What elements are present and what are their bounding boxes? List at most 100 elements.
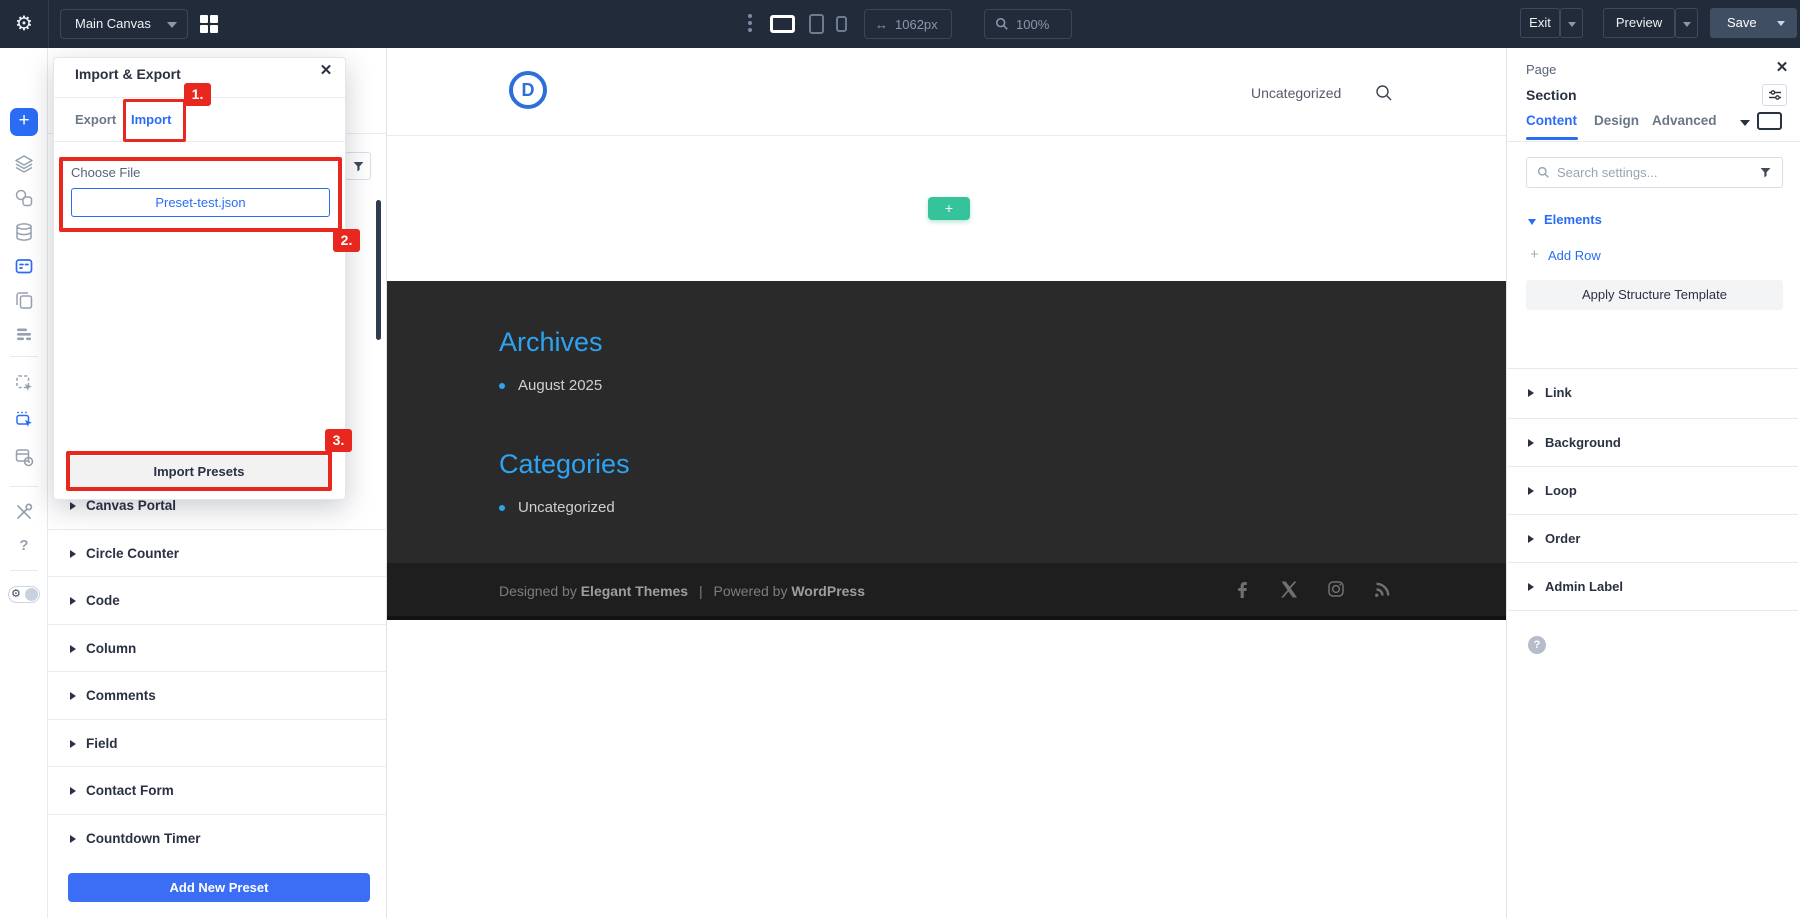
footer-platform-link[interactable]: WordPress bbox=[791, 583, 865, 599]
add-new-preset-button[interactable]: Add New Preset bbox=[68, 873, 370, 902]
save-button[interactable]: Save bbox=[1710, 8, 1797, 38]
more-options-icon[interactable] bbox=[748, 14, 752, 32]
preset-item-contact-form[interactable]: Contact Form bbox=[48, 767, 387, 815]
filter-button[interactable] bbox=[345, 152, 371, 180]
preset-item-circle-counter[interactable]: Circle Counter bbox=[48, 530, 387, 578]
rows-list-icon[interactable] bbox=[13, 323, 35, 345]
canvas-selector-label: Main Canvas bbox=[75, 16, 151, 31]
settings-toggle[interactable]: ⚙ bbox=[8, 586, 40, 603]
sidebar-divider bbox=[10, 486, 38, 487]
apply-structure-template-button[interactable]: Apply Structure Template bbox=[1526, 280, 1783, 310]
exit-button[interactable]: Exit bbox=[1520, 8, 1560, 38]
gear-icon[interactable]: ⚙ bbox=[11, 11, 37, 37]
caret-right-icon bbox=[1528, 487, 1534, 495]
preset-item-code[interactable]: Code bbox=[48, 577, 387, 625]
preview-button[interactable]: Preview bbox=[1603, 8, 1675, 38]
sidebar-divider bbox=[10, 570, 38, 571]
categories-list-item[interactable]: Uncategorized bbox=[499, 499, 615, 516]
design-assets-icon[interactable] bbox=[13, 187, 35, 209]
caret-right-icon bbox=[70, 692, 76, 700]
panel-scrollbar[interactable] bbox=[376, 200, 381, 340]
magnifier-icon bbox=[1537, 166, 1549, 178]
chevron-down-icon bbox=[1682, 22, 1691, 27]
accordion-loop[interactable]: Loop bbox=[1506, 467, 1800, 515]
presets-panel-icon[interactable] bbox=[13, 255, 35, 277]
nav-menu-item[interactable]: Uncategorized bbox=[1251, 85, 1341, 101]
caret-right-icon bbox=[70, 740, 76, 748]
import-presets-button[interactable]: Import Presets bbox=[70, 456, 328, 487]
add-module-button[interactable]: + bbox=[10, 108, 38, 136]
x-twitter-icon[interactable] bbox=[1280, 580, 1298, 598]
caret-right-icon bbox=[70, 787, 76, 795]
caret-right-icon bbox=[70, 597, 76, 605]
tab-design[interactable]: Design bbox=[1594, 113, 1639, 128]
database-icon[interactable] bbox=[13, 221, 35, 243]
phone-view-icon[interactable] bbox=[836, 16, 847, 32]
section-preset-button[interactable] bbox=[1762, 84, 1787, 106]
zoom-level-field[interactable]: 100% bbox=[984, 9, 1072, 39]
exit-dropdown-button[interactable] bbox=[1560, 8, 1583, 38]
preset-item-field[interactable]: Field bbox=[48, 720, 387, 768]
help-icon[interactable]: ? bbox=[13, 535, 35, 557]
caret-right-icon bbox=[1528, 583, 1534, 591]
section-label: Section bbox=[1526, 87, 1577, 103]
copy-pages-icon[interactable] bbox=[13, 289, 35, 311]
funnel-icon[interactable] bbox=[1759, 166, 1772, 179]
active-tab-underline bbox=[1526, 137, 1578, 140]
tab-export[interactable]: Export bbox=[75, 112, 116, 127]
tools-icon[interactable] bbox=[13, 501, 35, 523]
caret-right-icon bbox=[70, 502, 76, 510]
tab-import[interactable]: Import bbox=[131, 112, 171, 127]
preview-dropdown-button[interactable] bbox=[1675, 8, 1698, 38]
accordion-background[interactable]: Background bbox=[1506, 419, 1800, 467]
add-section-button[interactable]: + bbox=[928, 197, 970, 220]
preset-item-comments[interactable]: Comments bbox=[48, 672, 387, 720]
database-history-icon[interactable] bbox=[13, 446, 35, 468]
canvas-width-value: 1062px bbox=[895, 16, 938, 32]
preset-item-countdown-timer[interactable]: Countdown Timer bbox=[48, 815, 387, 863]
grid-view-icon[interactable] bbox=[200, 15, 218, 33]
footer-designer-link[interactable]: Elegant Themes bbox=[581, 583, 688, 599]
tab-advanced[interactable]: Advanced bbox=[1652, 113, 1717, 128]
settings-search-input[interactable] bbox=[1557, 165, 1752, 180]
add-row-button[interactable]: Add Row bbox=[1548, 248, 1601, 263]
annotation-badge-step1: 1. bbox=[184, 83, 211, 106]
bullet-icon bbox=[499, 504, 505, 511]
tab-content[interactable]: Content bbox=[1526, 113, 1577, 128]
accordion-order[interactable]: Order bbox=[1506, 515, 1800, 563]
canvas-width-field[interactable]: ↔ 1062px bbox=[864, 9, 952, 39]
caret-right-icon bbox=[1528, 439, 1534, 447]
tablet-view-icon[interactable] bbox=[809, 14, 824, 34]
site-search-icon[interactable] bbox=[1375, 84, 1393, 102]
select-element-active-icon[interactable] bbox=[13, 408, 35, 430]
accordion-admin-label[interactable]: Admin Label bbox=[1506, 563, 1800, 611]
facebook-icon[interactable] bbox=[1233, 580, 1251, 598]
elements-header[interactable]: Elements bbox=[1544, 212, 1602, 227]
caret-down-icon[interactable] bbox=[1528, 219, 1536, 225]
archives-title[interactable]: Archives bbox=[499, 327, 603, 358]
chevron-down-icon bbox=[1567, 22, 1576, 27]
desktop-view-icon[interactable] bbox=[770, 15, 795, 33]
toggle-knob bbox=[25, 588, 38, 601]
desktop-preview-icon[interactable] bbox=[1757, 112, 1782, 130]
modal-divider bbox=[54, 141, 345, 142]
layers-icon[interactable] bbox=[13, 153, 35, 175]
select-element-icon[interactable] bbox=[13, 372, 35, 394]
preset-item-column[interactable]: Column bbox=[48, 625, 387, 673]
close-icon[interactable]: ✕ bbox=[1774, 60, 1790, 76]
rss-icon[interactable] bbox=[1374, 580, 1392, 598]
close-icon[interactable]: ✕ bbox=[318, 63, 334, 79]
categories-title[interactable]: Categories bbox=[499, 449, 630, 480]
magnifier-icon bbox=[995, 17, 1008, 30]
chevron-down-icon bbox=[167, 22, 177, 28]
caret-right-icon bbox=[1528, 389, 1534, 397]
help-icon[interactable]: ? bbox=[1528, 636, 1546, 654]
accordion-link[interactable]: Link bbox=[1506, 369, 1800, 417]
site-logo[interactable]: D bbox=[509, 71, 547, 109]
archives-list-item[interactable]: August 2025 bbox=[499, 377, 602, 394]
instagram-icon[interactable] bbox=[1327, 580, 1345, 598]
chevron-down-icon[interactable] bbox=[1740, 120, 1750, 126]
canvas-selector-dropdown[interactable]: Main Canvas bbox=[60, 9, 188, 39]
zoom-level-value: 100% bbox=[1016, 16, 1050, 32]
choose-file-button[interactable]: Preset-test.json bbox=[71, 188, 330, 217]
